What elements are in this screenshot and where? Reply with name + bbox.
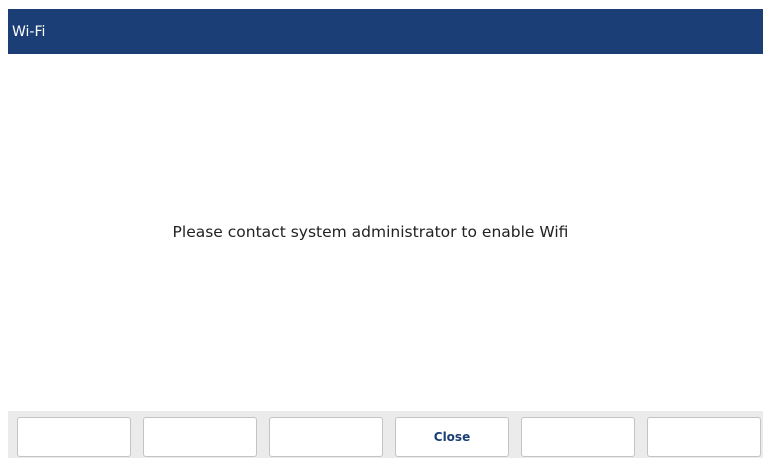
- close-button[interactable]: Close: [395, 417, 509, 457]
- message-area: Please contact system administrator to e…: [8, 54, 763, 409]
- softkey-2[interactable]: [143, 417, 257, 457]
- softkey-5[interactable]: [521, 417, 635, 457]
- info-message: Please contact system administrator to e…: [172, 222, 569, 241]
- window-title: Wi-Fi: [12, 23, 46, 40]
- softkey-6[interactable]: [647, 417, 761, 457]
- softkey-1[interactable]: [17, 417, 131, 457]
- title-bar: Wi-Fi: [8, 9, 763, 54]
- softkey-bar: Close: [8, 411, 763, 458]
- softkey-3[interactable]: [269, 417, 383, 457]
